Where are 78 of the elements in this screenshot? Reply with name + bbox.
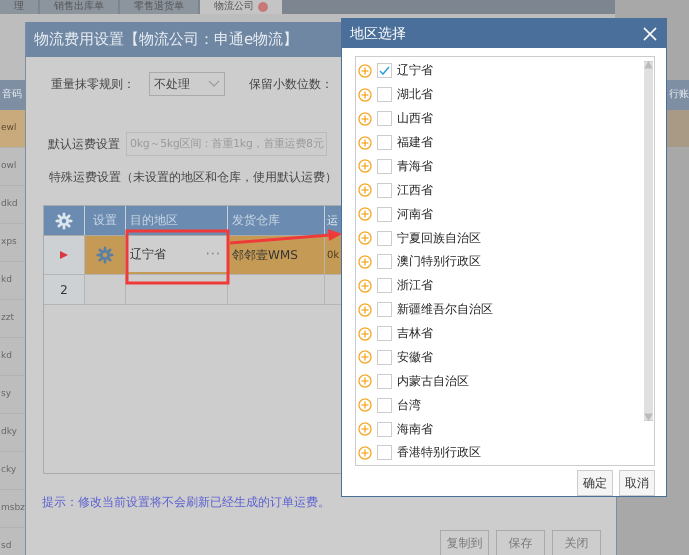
expand-icon[interactable] [358,183,372,198]
gear-icon [55,212,73,230]
expand-icon[interactable] [358,207,372,222]
list-item[interactable]: 新疆维吾尔自治区 [397,301,493,318]
column-header: 发货仓库 [228,206,325,235]
expand-icon[interactable] [358,446,372,460]
checkbox[interactable] [377,350,392,365]
checkbox[interactable] [377,158,392,174]
triangle-icon [59,250,69,260]
expand-icon[interactable] [358,422,372,436]
expand-icon[interactable] [358,88,372,102]
hint-text: 提示：修改当前设置将不会刷新已经生成的订单运费。 [42,494,330,511]
dialog-button[interactable]: 取消 [619,470,655,496]
list-item[interactable]: 辽宁省 [397,62,433,80]
column-header: 音码 [0,80,25,110]
list-item[interactable]: 澳门特别行政区 [397,253,481,270]
expand-icon[interactable] [358,350,372,364]
expand-icon[interactable] [358,112,372,126]
expand-icon[interactable] [358,302,372,317]
list-item[interactable]: 海南省 [397,420,433,438]
checkbox[interactable] [377,230,392,246]
checkbox[interactable] [377,326,392,342]
checkbox[interactable] [377,182,392,198]
section-label: 特殊运费设置（未设置的地区和仓库，使用默认运费） [49,169,338,186]
gear-icon [96,246,114,264]
table-cell: 0k [325,236,341,274]
list-item[interactable]: 内蒙古自治区 [397,372,469,390]
dialog-button[interactable]: 确定 [577,470,613,496]
close-icon[interactable] [642,26,658,42]
dropdown[interactable]: 不处理 [149,72,225,96]
close-badge-icon[interactable] [258,2,268,12]
expand-icon[interactable] [358,231,372,246]
expand-icon[interactable] [358,64,372,78]
column-header: 运 [326,213,339,229]
scroll-up-icon[interactable] [644,61,653,69]
row-header: 2 [44,275,85,304]
list-item[interactable]: 山西省 [397,110,433,128]
expand-icon[interactable] [358,326,372,341]
checkbox[interactable] [377,87,392,102]
checkbox[interactable] [377,135,392,150]
list-item[interactable]: 河南省 [397,206,433,223]
expand-icon[interactable] [358,159,372,174]
list-item[interactable]: 台湾 [397,396,421,414]
checkbox[interactable] [377,398,392,413]
expand-icon[interactable] [358,136,372,150]
field-label: 重量抹零规则： [51,76,135,92]
checkbox[interactable] [377,254,392,270]
expand-icon[interactable] [358,278,372,293]
caret-icon [208,80,220,88]
checkbox[interactable] [377,422,392,437]
checkbox[interactable] [377,278,392,294]
expand-icon[interactable] [358,374,372,388]
table-cell: 邻邻壹WMS [228,236,325,274]
tab[interactable]: 物流公司 [200,0,282,14]
list-item[interactable]: 青海省 [397,158,433,175]
list-item[interactable]: 浙江省 [397,277,433,294]
column-header: 目的地区 [126,206,228,235]
checkbox[interactable] [377,63,392,78]
table-cell: ewl [0,110,25,148]
column-header: 设置 [85,206,126,235]
field-label: 保留小数位数： [249,76,333,92]
field-label: 默认运费设置 [48,136,120,152]
list-item[interactable]: 湖北省 [397,86,433,104]
expand-icon[interactable] [358,254,372,269]
checkbox[interactable] [377,302,392,318]
scroll-down-icon[interactable] [644,413,653,421]
dialog-title: 地区选择 [350,24,406,42]
expand-icon[interactable] [358,398,372,412]
list-item[interactable]: 宁夏回族自治区 [397,230,481,247]
checkbox[interactable] [377,111,392,126]
checkbox[interactable] [377,445,392,460]
list-item[interactable]: 吉林省 [397,325,433,342]
list-item[interactable]: 福建省 [397,134,433,152]
checkbox[interactable] [377,374,392,389]
list-item[interactable]: 江西省 [397,182,433,199]
checkbox[interactable] [377,206,392,222]
list-item[interactable]: 安徽省 [397,348,433,366]
list-item[interactable]: 香港特别行政区 [397,444,481,462]
